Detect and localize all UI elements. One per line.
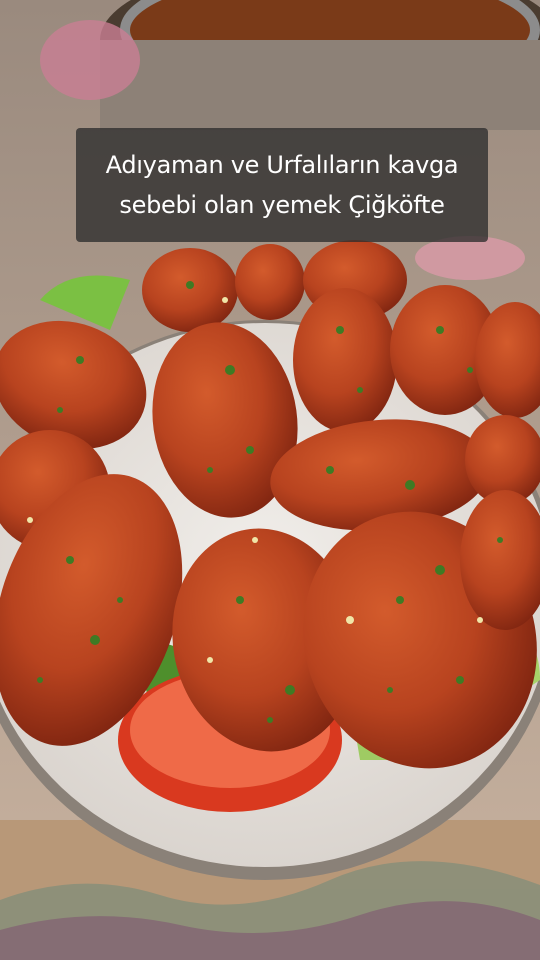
caption-line-1: Adıyaman ve Urfalıların kavga bbox=[105, 151, 459, 179]
caption-line-2: sebebi olan yemek Çiğköfte bbox=[119, 191, 445, 219]
pink-item bbox=[40, 20, 140, 100]
caption-box: Adıyaman ve Urfalıların kavga sebebi ola… bbox=[76, 128, 488, 242]
video-frame: Adıyaman ve Urfalıların kavga sebebi ola… bbox=[0, 0, 540, 960]
pink-item bbox=[415, 236, 525, 280]
pot bbox=[100, 0, 540, 130]
